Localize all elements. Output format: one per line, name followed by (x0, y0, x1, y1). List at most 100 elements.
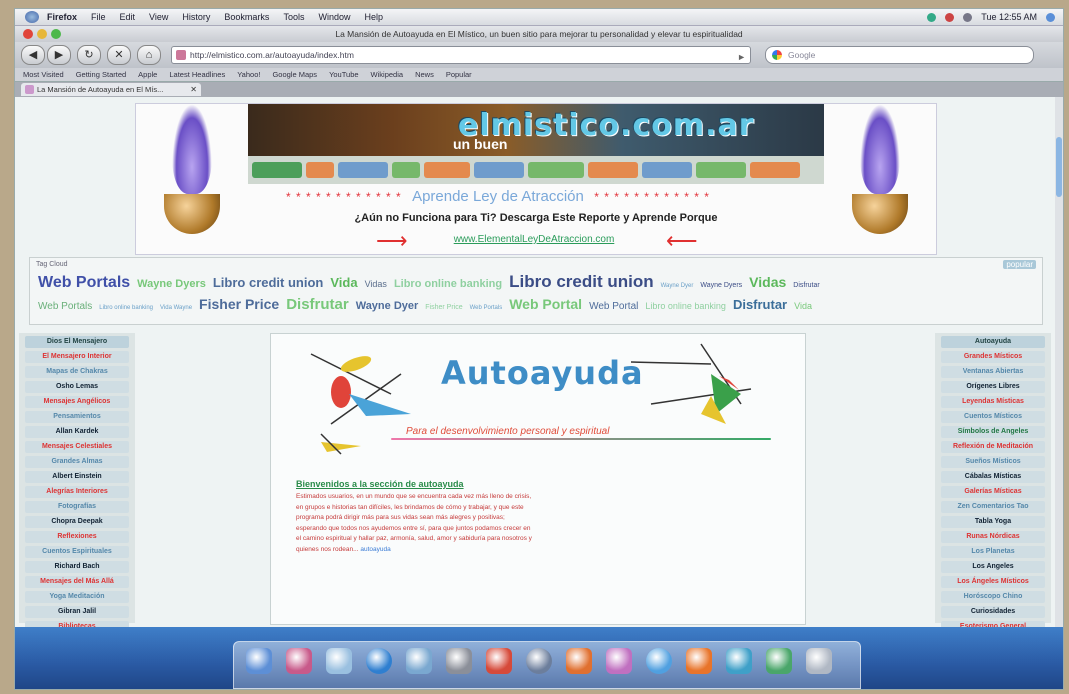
go-arrow-icon[interactable]: ► (737, 49, 746, 65)
menu-link[interactable]: Orígenes Libres (941, 381, 1045, 393)
firefox-icon[interactable] (646, 648, 672, 674)
search-bar[interactable]: Google (765, 46, 1034, 64)
apple-menu-icon[interactable] (25, 11, 39, 23)
adium-icon[interactable] (726, 648, 752, 674)
menu-link[interactable]: Alegrías Interiores (25, 486, 129, 498)
dreamweaver-icon[interactable] (606, 648, 632, 674)
bookmark-item[interactable]: Wikipedia (371, 70, 404, 79)
menu-link[interactable]: Cábalas Místicas (941, 471, 1045, 483)
menu-link[interactable]: Mensajes del Más Allá (25, 576, 129, 588)
ad-title[interactable]: Aprende Ley de Atracción (412, 188, 584, 205)
mail-icon[interactable] (406, 648, 432, 674)
menu-edit[interactable]: Edit (120, 12, 136, 22)
menu-link[interactable]: Osho Lemas (25, 381, 129, 393)
menu-link[interactable]: Cuentos Místicos (941, 411, 1045, 423)
tag-link[interactable]: Libro online banking (645, 301, 726, 311)
menu-link[interactable]: Albert Einstein (25, 471, 129, 483)
menu-link[interactable]: Los Planetas (941, 546, 1045, 558)
menu-link[interactable]: Ventanas Abiertas (941, 366, 1045, 378)
ad-link[interactable]: www.ElementalLeyDeAtraccion.com (404, 234, 664, 245)
menu-tools[interactable]: Tools (283, 12, 304, 22)
tag-link[interactable]: Web Portals (470, 305, 503, 311)
nav-button[interactable] (252, 162, 302, 178)
bookmark-item[interactable]: Popular (446, 70, 472, 79)
tag-link[interactable]: Vida (794, 301, 812, 311)
tag-link[interactable]: Disfrutar (286, 296, 349, 313)
tag-link[interactable]: Libro credit union (509, 272, 654, 292)
menu-link[interactable]: Los Ángeles Místicos (941, 576, 1045, 588)
bookmark-item[interactable]: Getting Started (76, 70, 126, 79)
system-prefs-icon[interactable] (446, 648, 472, 674)
trash-icon[interactable] (806, 648, 832, 674)
tag-link[interactable]: Fisher Price (425, 304, 462, 311)
menu-link[interactable]: Curiosidades (941, 606, 1045, 618)
menu-link[interactable]: Pensamientos (25, 411, 129, 423)
nav-button[interactable] (306, 162, 334, 178)
menu-link[interactable]: Grandes Almas (25, 456, 129, 468)
back-button[interactable]: ◀ (21, 45, 45, 65)
network-icon[interactable] (686, 648, 712, 674)
reload-button[interactable]: ↻ (77, 45, 101, 65)
menu-link[interactable]: El Mensajero Interior (25, 351, 129, 363)
nav-button[interactable] (588, 162, 638, 178)
menu-help[interactable]: Help (364, 12, 383, 22)
nav-button[interactable] (696, 162, 746, 178)
tag-link[interactable]: Vida (330, 275, 357, 290)
tag-link[interactable]: Web Portals (38, 274, 130, 292)
menu-link[interactable]: Horóscopo Chino (941, 591, 1045, 603)
bookmark-item[interactable]: Yahoo! (237, 70, 260, 79)
nav-button[interactable] (642, 162, 692, 178)
menu-link[interactable]: Mensajes Angélicos (25, 396, 129, 408)
menu-link[interactable]: Gibran Jalil (25, 606, 129, 618)
menu-link[interactable]: Grandes Místicos (941, 351, 1045, 363)
menu-link[interactable]: Reflexión de Meditación (941, 441, 1045, 453)
tab-active[interactable]: La Mansión de Autoayuda en El Mís... ✕ (21, 83, 201, 96)
url-bar[interactable]: http://elmistico.com.ar/autoayuda/index.… (171, 46, 751, 64)
tag-link[interactable]: Web Portals (38, 301, 92, 312)
zoom-icon[interactable] (51, 29, 61, 39)
finder-icon[interactable] (246, 648, 272, 674)
tag-link[interactable]: Vidas (749, 274, 786, 290)
menu-link[interactable]: Mapas de Chakras (25, 366, 129, 378)
itunes-icon[interactable] (526, 648, 552, 674)
tag-link[interactable]: Wayne Dyer (661, 283, 694, 289)
menu-app-name[interactable]: Firefox (47, 12, 77, 22)
menu-link[interactable]: Cuentos Espirituales (25, 546, 129, 558)
home-button[interactable]: ⌂ (137, 45, 161, 65)
nav-button[interactable] (474, 162, 524, 178)
menu-bookmarks[interactable]: Bookmarks (224, 12, 269, 22)
menu-link[interactable]: Richard Bach (25, 561, 129, 573)
article-title[interactable]: Bienvenidos a la sección de autoayuda (296, 479, 464, 489)
menu-link[interactable]: Mensajes Celestiales (25, 441, 129, 453)
tab-close-icon[interactable]: ✕ (190, 83, 197, 96)
bookmark-item[interactable]: News (415, 70, 434, 79)
photoshop-icon[interactable] (566, 648, 592, 674)
bookmark-item[interactable]: YouTube (329, 70, 358, 79)
nav-button[interactable] (424, 162, 470, 178)
menu-link[interactable]: Yoga Meditación (25, 591, 129, 603)
status-icon[interactable] (927, 12, 937, 22)
menu-link[interactable]: Sueños Místicos (941, 456, 1045, 468)
tag-link[interactable]: Libro credit union (213, 275, 324, 290)
tag-link[interactable]: Web Portal (589, 301, 638, 312)
tag-link[interactable]: Disfrutar (793, 282, 819, 289)
menu-link[interactable]: Chopra Deepak (25, 516, 129, 528)
record-icon[interactable] (945, 12, 955, 22)
menu-link[interactable]: Fotografías (25, 501, 129, 513)
tag-cloud-toggle[interactable]: popular (1003, 260, 1036, 269)
menu-view[interactable]: View (149, 12, 168, 22)
tag-link[interactable]: Vida Wayne (160, 305, 192, 311)
menu-link[interactable]: Allan Kardek (25, 426, 129, 438)
tag-link[interactable]: Wayne Dyers (700, 282, 742, 289)
nav-button[interactable] (338, 162, 388, 178)
tag-link[interactable]: Libro online banking (99, 305, 153, 311)
menu-history[interactable]: History (182, 12, 210, 22)
preview-icon[interactable] (286, 648, 312, 674)
tag-link[interactable]: Fisher Price (199, 296, 279, 312)
forward-button[interactable]: ▶ (47, 45, 71, 65)
volume-icon[interactable] (963, 12, 973, 22)
clock[interactable]: Tue 12:55 AM (981, 12, 1037, 22)
tag-link[interactable]: Libro online banking (394, 278, 502, 290)
menu-file[interactable]: File (91, 12, 106, 22)
nav-button[interactable] (750, 162, 800, 178)
